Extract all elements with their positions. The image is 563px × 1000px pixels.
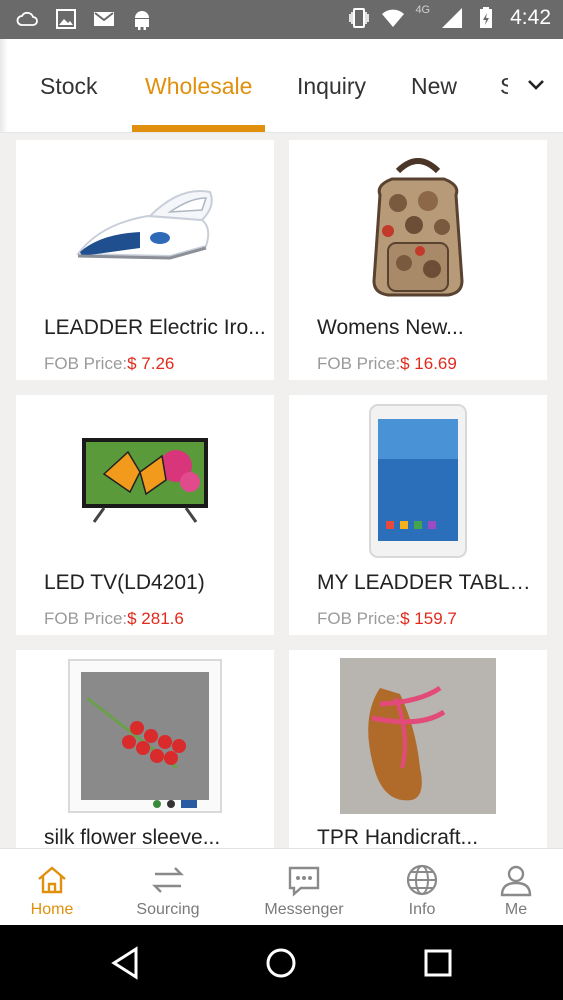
tab-partial[interactable]: S bbox=[500, 73, 508, 100]
product-grid: LEADDER Electric Iro... FOB Price:$ 7.26… bbox=[0, 133, 563, 848]
product-card[interactable]: TPR Handicraft... bbox=[289, 650, 547, 848]
cloud-icon bbox=[16, 7, 40, 31]
product-price: FOB Price:$ 7.26 bbox=[44, 354, 175, 373]
tab-new[interactable]: New bbox=[411, 73, 457, 100]
chevron-down-icon bbox=[527, 78, 545, 96]
image-icon bbox=[54, 7, 78, 31]
sourcing-arrows-icon bbox=[151, 863, 185, 897]
product-card[interactable]: silk flower sleeve... bbox=[16, 650, 274, 848]
system-navigation-bar bbox=[0, 925, 563, 1000]
nav-messenger[interactable]: Messenger bbox=[254, 849, 354, 926]
chat-bubble-icon bbox=[287, 863, 321, 897]
tab-scroll-edge bbox=[0, 39, 8, 132]
clock: 4:42 bbox=[510, 6, 551, 29]
product-title: silk flower sleeve... bbox=[44, 826, 221, 848]
active-tab-indicator bbox=[132, 125, 265, 132]
category-tab-bar: Stock Wholesale Inquiry New S bbox=[0, 39, 563, 133]
product-title: LED TV(LD4201) bbox=[44, 571, 205, 594]
user-icon bbox=[499, 863, 533, 897]
nav-me[interactable]: Me bbox=[491, 849, 541, 926]
product-price: FOB Price:$ 281.6 bbox=[44, 609, 184, 628]
product-image-tablet bbox=[289, 395, 547, 567]
battery-icon bbox=[474, 6, 498, 30]
home-circle-icon[interactable] bbox=[263, 945, 299, 981]
back-icon[interactable] bbox=[108, 945, 144, 981]
vibrate-icon bbox=[347, 6, 371, 30]
home-icon bbox=[35, 863, 69, 897]
product-title: Womens New... bbox=[317, 316, 464, 339]
product-image-silk-flower bbox=[16, 650, 274, 822]
status-bar: 4G 4:42 bbox=[0, 0, 563, 39]
android-icon bbox=[130, 7, 154, 31]
product-card[interactable]: Womens New... FOB Price:$ 16.69 bbox=[289, 140, 547, 380]
network-type: 4G bbox=[415, 4, 431, 16]
wifi-icon bbox=[381, 6, 405, 30]
product-image-backpack bbox=[289, 140, 547, 312]
globe-icon bbox=[405, 863, 439, 897]
product-title: LEADDER Electric Iro... bbox=[44, 316, 266, 339]
more-tabs-button[interactable] bbox=[520, 71, 552, 103]
recents-square-icon[interactable] bbox=[420, 945, 456, 981]
product-price: FOB Price:$ 16.69 bbox=[317, 354, 457, 373]
product-card[interactable]: LEADDER Electric Iro... FOB Price:$ 7.26 bbox=[16, 140, 274, 380]
tab-inquiry[interactable]: Inquiry bbox=[297, 73, 366, 100]
nav-sourcing[interactable]: Sourcing bbox=[128, 849, 208, 926]
nav-info[interactable]: Info bbox=[397, 849, 447, 926]
product-card[interactable]: LED TV(LD4201) FOB Price:$ 281.6 bbox=[16, 395, 274, 635]
product-image-iron bbox=[16, 140, 274, 312]
product-title: MY LEADDER TABLE... bbox=[317, 571, 539, 594]
tab-wholesale[interactable]: Wholesale bbox=[145, 73, 252, 100]
signal-icon bbox=[440, 6, 464, 30]
mail-icon bbox=[92, 7, 116, 31]
tab-stock[interactable]: Stock bbox=[40, 73, 98, 100]
product-title: TPR Handicraft... bbox=[317, 826, 479, 848]
product-image-sandal bbox=[289, 650, 547, 822]
bottom-navigation: Home Sourcing Messenger Info Me bbox=[0, 848, 563, 925]
product-image-led-tv bbox=[16, 395, 274, 567]
product-price: FOB Price:$ 159.7 bbox=[317, 609, 457, 628]
product-card[interactable]: MY LEADDER TABLE... FOB Price:$ 159.7 bbox=[289, 395, 547, 635]
nav-home[interactable]: Home bbox=[17, 849, 87, 926]
